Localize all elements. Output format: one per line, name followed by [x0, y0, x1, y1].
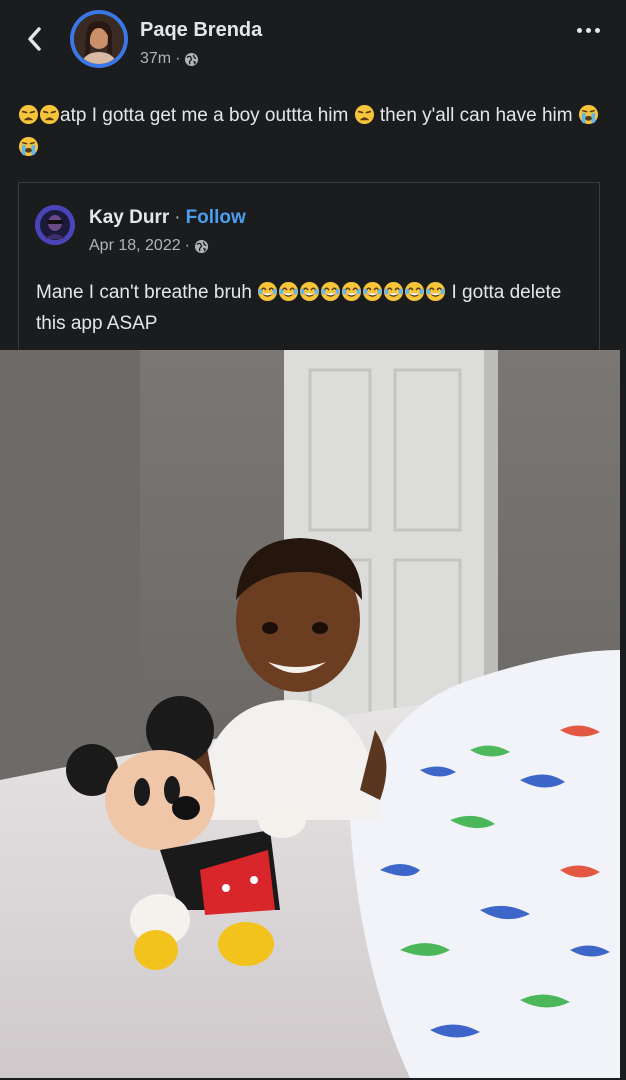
globe-icon — [194, 239, 209, 253]
more-options-button[interactable] — [577, 28, 600, 33]
post-header: Paqe Brenda 37m · — [0, 0, 626, 84]
joy-emoji-row — [257, 281, 446, 303]
loudly-crying-face-icon — [18, 136, 39, 157]
face-with-tears-of-joy-icon — [300, 281, 320, 302]
shared-post-date: Apr 18, 2022 — [89, 237, 181, 254]
face-with-tears-of-joy-icon — [363, 281, 383, 302]
weary-face-icon — [354, 104, 374, 125]
shared-post-text: Mane I can't breathe bruh I gotta delete… — [36, 277, 592, 339]
post-text-part-2: then y'all can have him — [379, 105, 573, 126]
poster-avatar[interactable] — [70, 10, 128, 68]
shared-separator: · — [174, 207, 181, 228]
face-with-tears-of-joy-icon — [321, 281, 341, 302]
face-with-tears-of-joy-icon — [279, 281, 299, 302]
shared-post-card[interactable]: Kay Durr · Follow Apr 18, 2022 · Mane I … — [18, 182, 600, 350]
face-with-tears-of-joy-icon — [258, 281, 278, 302]
chevron-left-icon — [28, 27, 41, 51]
shared-meta-separator: · — [184, 237, 190, 254]
shared-post-meta: Apr 18, 2022 · — [89, 237, 209, 255]
poster-name[interactable]: Paqe Brenda — [140, 19, 262, 42]
follow-button[interactable]: Follow — [186, 207, 246, 229]
post-text-part-1: atp I gotta get me a boy outtta him — [60, 105, 349, 126]
post-text: atp I gotta get me a boy outtta him then… — [18, 100, 608, 164]
shared-author-avatar[interactable] — [35, 205, 75, 245]
face-with-tears-of-joy-icon — [384, 281, 404, 302]
back-button[interactable] — [20, 24, 50, 54]
face-with-tears-of-joy-icon — [405, 281, 425, 302]
post-meta: 37m · — [140, 50, 199, 68]
poster-avatar-photo — [74, 14, 124, 64]
more-dot — [595, 28, 600, 33]
globe-icon — [185, 52, 199, 66]
post-time: 37m — [140, 50, 172, 67]
shared-text-part-1: Mane I can't breathe bruh — [36, 282, 252, 303]
more-dot — [586, 28, 591, 33]
face-with-tears-of-joy-icon — [342, 281, 362, 302]
shared-author-row: Kay Durr · Follow — [89, 207, 246, 229]
post-photo[interactable] — [0, 350, 620, 1078]
child-with-plush-photo — [0, 350, 620, 1078]
shared-author-name[interactable]: Kay Durr — [89, 207, 169, 229]
loudly-crying-face-icon — [578, 104, 598, 125]
more-dots-icon — [577, 28, 582, 33]
weary-face-icon — [18, 104, 39, 125]
face-with-tears-of-joy-icon — [426, 281, 446, 302]
weary-face-icon — [39, 104, 60, 125]
meta-separator: · — [175, 50, 181, 67]
